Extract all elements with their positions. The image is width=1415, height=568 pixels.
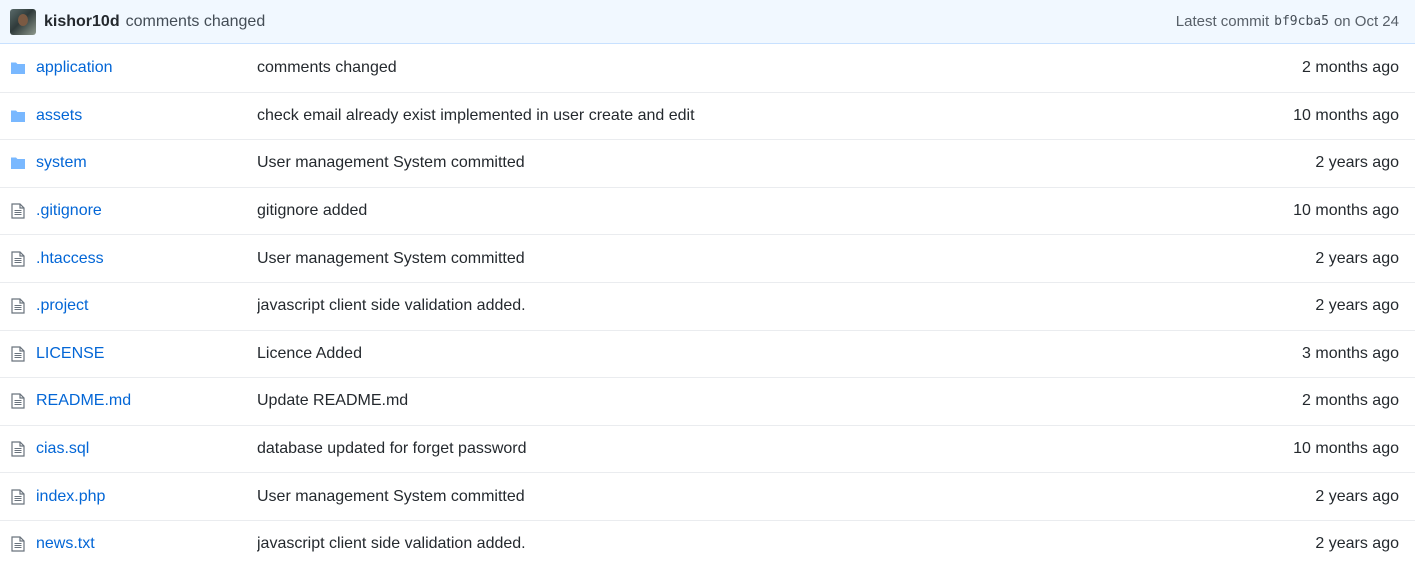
file-row: news.txt javascript client side validati… [0,519,1415,568]
file-name-link[interactable]: news.txt [36,535,257,553]
file-row: README.md Update README.md 2 months ago [0,377,1415,425]
file-row: application comments changed 2 months ag… [0,44,1415,92]
file-name-link[interactable]: assets [36,107,257,125]
file-row: .gitignore gitignore added 10 months ago [0,186,1415,235]
file-row: assets check email already exist impleme… [0,91,1415,140]
file-age: 10 months ago [1293,106,1399,124]
file-list: application comments changed 2 months ag… [0,44,1415,568]
file-age: 10 months ago [1293,440,1399,458]
commit-author-link[interactable]: kishor10d [44,13,120,31]
file-commit-message-link[interactable]: User management System committed [257,488,1315,506]
file-commit-message-link[interactable]: User management System committed [257,250,1315,268]
file-icon [10,251,26,267]
file-row: LICENSE Licence Added 3 months ago [0,329,1415,378]
file-name-link[interactable]: cias.sql [36,440,257,458]
file-commit-message-link[interactable]: check email already exist implemented in… [257,107,1293,125]
file-icon [10,536,26,552]
file-commit-message-link[interactable]: Licence Added [257,345,1302,363]
file-name-link[interactable]: README.md [36,392,257,410]
latest-commit-label: Latest commit [1175,13,1270,30]
file-icon [10,393,26,410]
commit-date: on Oct 24 [1333,13,1399,30]
file-age: 2 years ago [1315,154,1399,172]
file-age: 2 years ago [1315,487,1399,505]
file-age: 3 months ago [1302,344,1399,362]
file-icon [10,298,26,314]
commit-message-link[interactable]: comments changed [126,13,266,31]
file-icon [10,489,26,505]
file-age: 2 years ago [1315,535,1399,553]
file-commit-message-link[interactable]: gitignore added [257,202,1293,220]
folder-icon [10,61,26,75]
file-commit-message-link[interactable]: User management System committed [257,154,1315,172]
file-name-link[interactable]: .project [36,297,257,315]
file-row: system User management System committed … [0,139,1415,187]
file-commit-message-link[interactable]: javascript client side validation added. [257,297,1315,315]
file-age: 10 months ago [1293,202,1399,220]
folder-icon [10,156,26,170]
file-name-link[interactable]: system [36,154,257,172]
file-age: 2 years ago [1315,297,1399,315]
file-age: 2 months ago [1302,58,1399,76]
file-commit-message-link[interactable]: javascript client side validation added. [257,535,1315,553]
file-icon [10,203,26,219]
folder-icon [10,109,26,123]
latest-commit-bar: kishor10d comments changed Latest commit… [0,0,1415,44]
file-commit-message-link[interactable]: database updated for forget password [257,440,1293,458]
file-name-link[interactable]: .htaccess [36,250,257,268]
file-icon [10,346,26,362]
file-name-link[interactable]: application [36,59,257,77]
file-navigation: kishor10d comments changed Latest commit… [0,0,1415,568]
file-row: index.php User management System committ… [0,472,1415,520]
file-age: 2 months ago [1302,392,1399,410]
commit-sha-link[interactable]: bf9cba5 [1274,14,1329,29]
file-name-link[interactable]: index.php [36,488,257,506]
author-avatar[interactable] [10,8,36,35]
latest-commit-info: Latest commit bf9cba5 on Oct 24 [1176,13,1399,30]
file-icon [10,441,26,457]
file-name-link[interactable]: LICENSE [36,345,257,363]
file-row: cias.sql database updated for forget pas… [0,424,1415,473]
file-row: .htaccess User management System committ… [0,234,1415,282]
file-name-link[interactable]: .gitignore [36,202,257,220]
file-commit-message-link[interactable]: Update README.md [257,392,1302,410]
file-commit-message-link[interactable]: comments changed [257,59,1302,77]
file-row: .project javascript client side validati… [0,281,1415,330]
file-age: 2 years ago [1315,249,1399,267]
